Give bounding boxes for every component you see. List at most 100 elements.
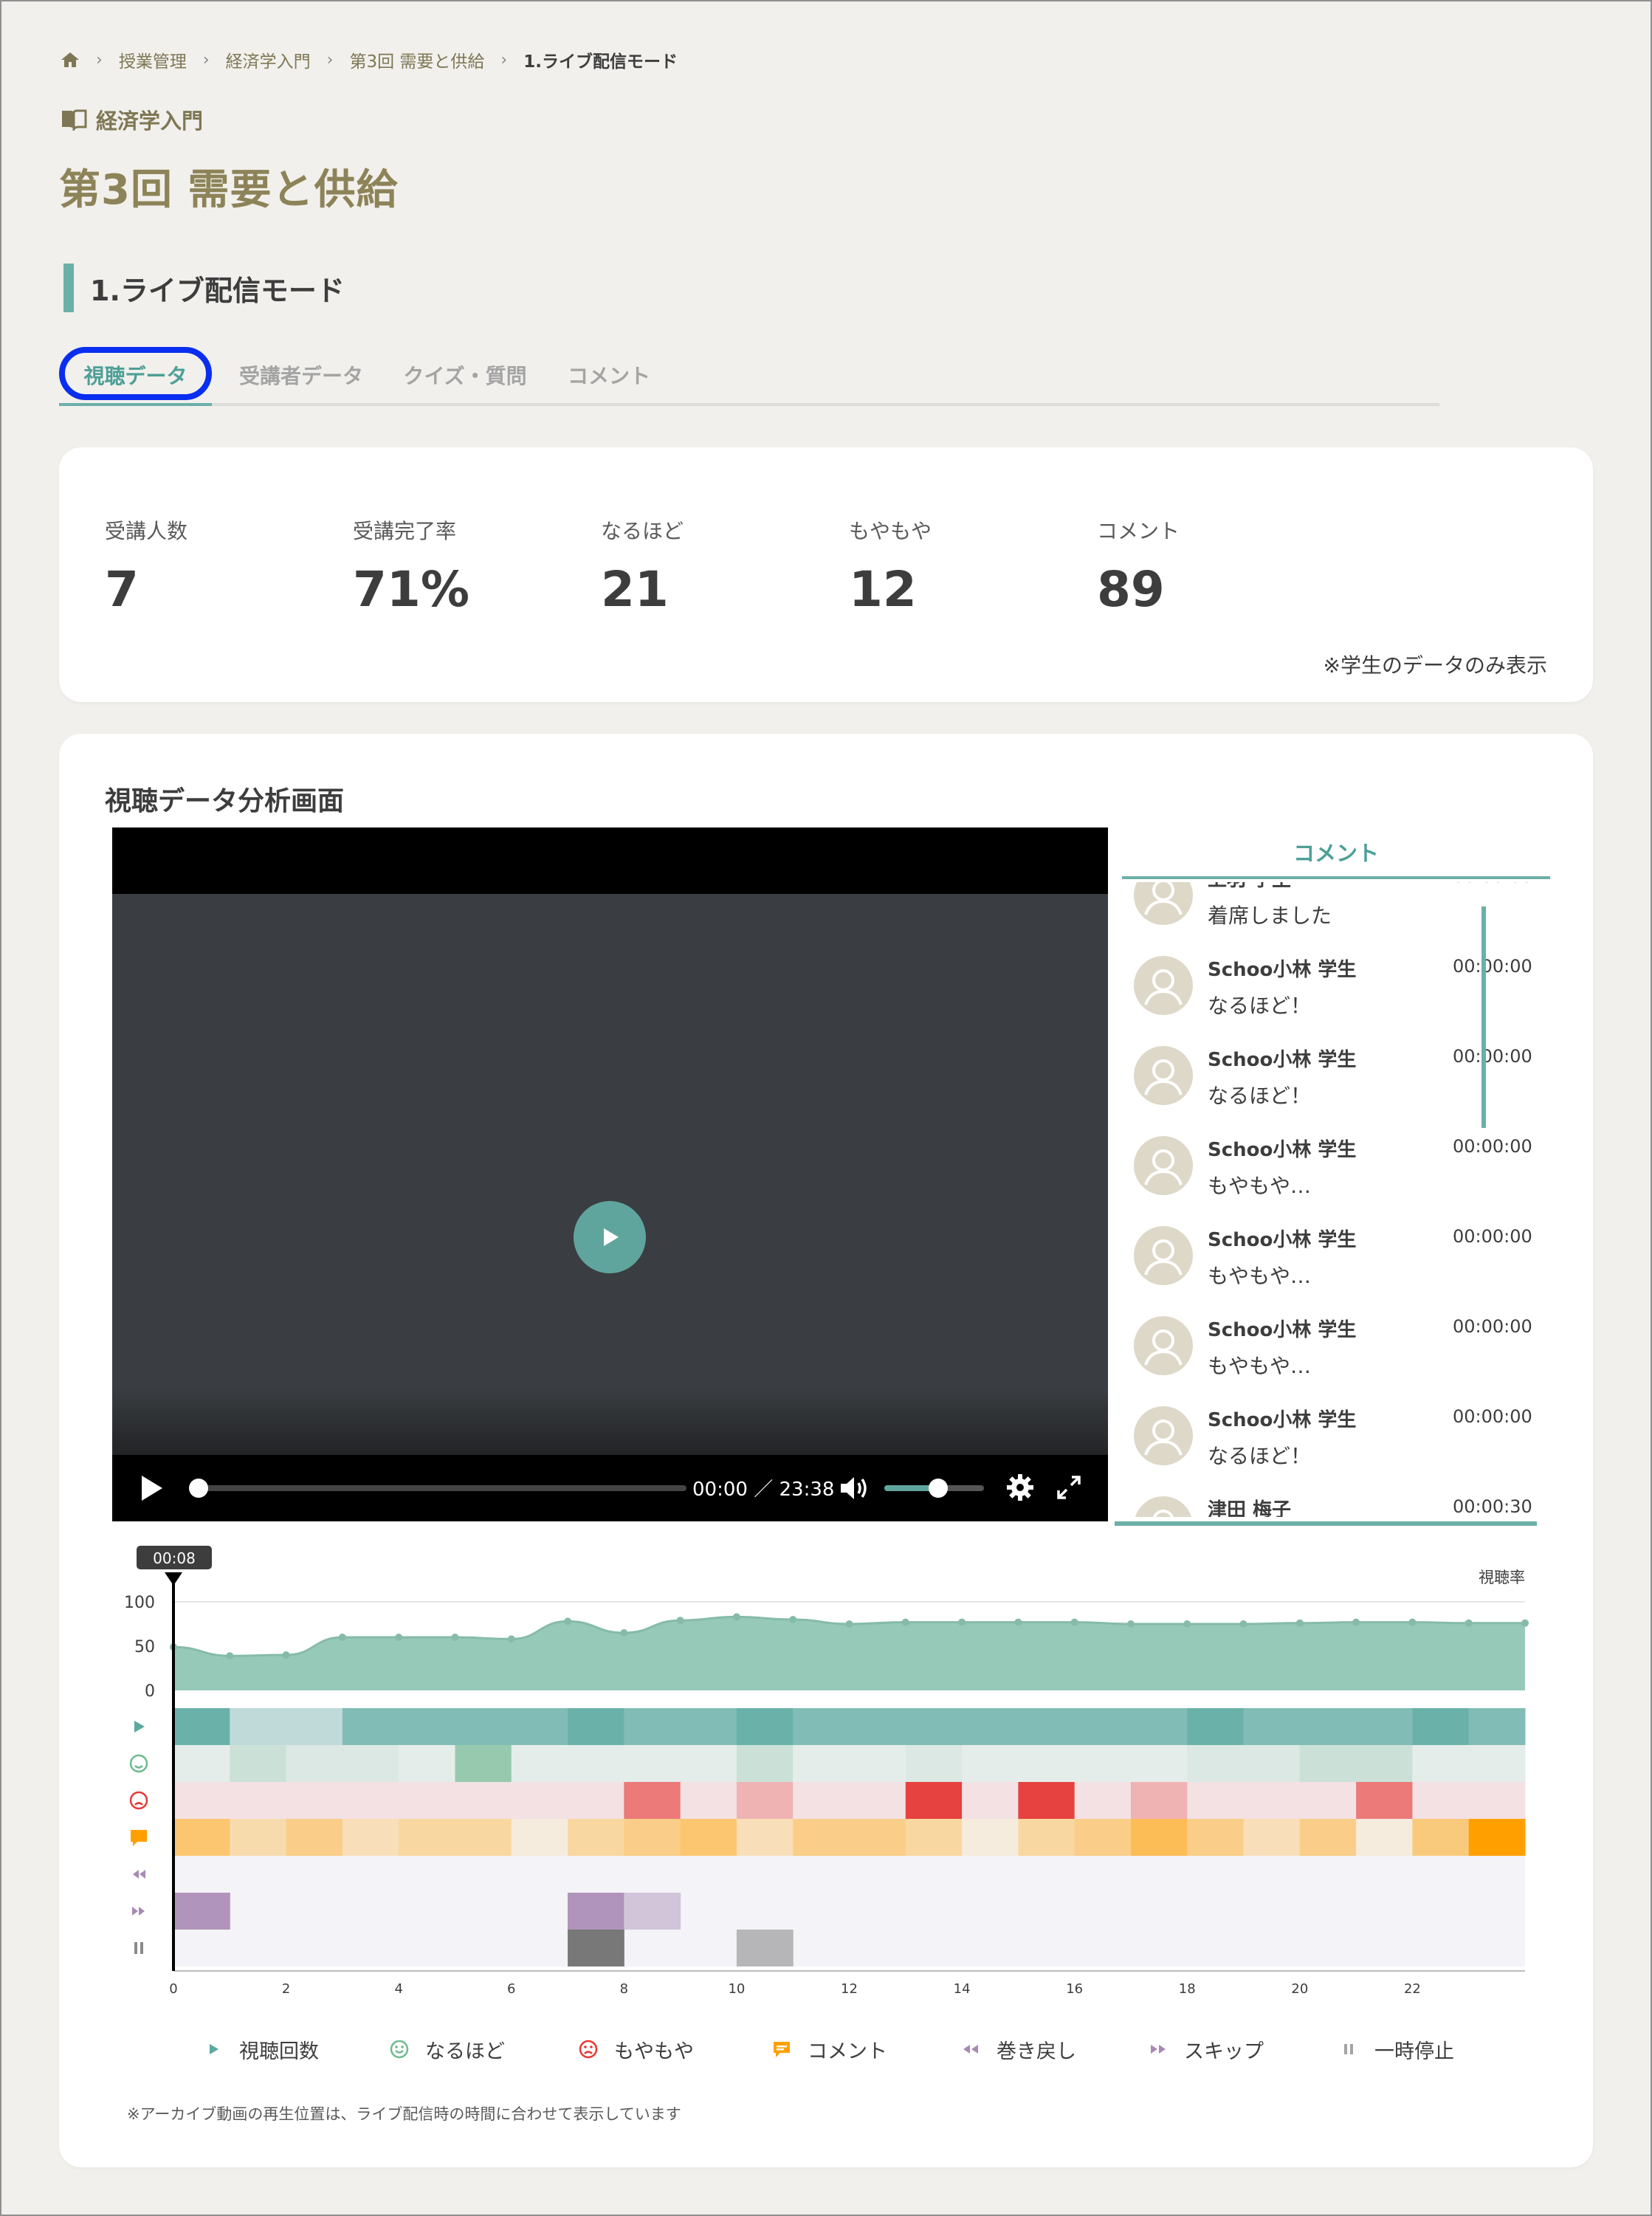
comment-timestamp[interactable]: 00:00:30 xyxy=(1453,1496,1532,1517)
heatmap-cell xyxy=(1299,1708,1357,1745)
comments-scrollbar[interactable] xyxy=(1481,906,1486,1128)
volume-icon[interactable] xyxy=(839,1474,870,1502)
viewing-rate-point xyxy=(507,1635,515,1643)
heatmap-cell xyxy=(849,1819,906,1856)
breadcrumb-item[interactable]: 授業管理 xyxy=(119,47,187,72)
course-label: 経済学入門 xyxy=(61,104,203,135)
video-screen[interactable] xyxy=(112,894,1108,1455)
legend-label: もやもや xyxy=(614,2040,694,2063)
heatmap-cell xyxy=(1018,1708,1075,1745)
y-tick-label: 50 xyxy=(134,1638,155,1656)
tab-comment[interactable]: コメント xyxy=(554,347,664,403)
heatmap-cell xyxy=(1187,1782,1245,1819)
heatmap-cell xyxy=(568,1930,624,1966)
heatmap-cell xyxy=(793,1745,850,1782)
seek-handle[interactable] xyxy=(189,1479,208,1498)
legend-label: スキップ xyxy=(1184,2040,1264,2063)
pause-icon-bar xyxy=(140,1942,143,1954)
comments-panel: コメント 上羽 学生 00:00:00 着席しました Schoo小林 学生 00:00:… xyxy=(1115,827,1550,1526)
heatmap-cell xyxy=(342,1708,399,1745)
stat-completion-rate: 受講完了率 71% xyxy=(353,515,469,618)
x-tick-label: 2 xyxy=(282,1981,290,1997)
legend-item: 巻き戻し xyxy=(958,2033,1076,2065)
avatar-icon xyxy=(1134,1046,1193,1105)
x-tick-label: 16 xyxy=(1066,1981,1083,1997)
heatmap-cell xyxy=(511,1819,568,1856)
x-tick-label: 10 xyxy=(728,1981,745,1997)
comment-timestamp[interactable]: 00:00:00 xyxy=(1453,882,1532,887)
comment-timestamp[interactable]: 00:00:00 xyxy=(1453,1406,1532,1427)
heatmap-cell xyxy=(624,1893,681,1930)
chevron-right-icon: › xyxy=(202,50,210,69)
heatmap-cell xyxy=(286,1708,343,1745)
viewing-rate-point xyxy=(564,1617,572,1625)
heatmap-cell xyxy=(399,1819,455,1856)
avatar-icon xyxy=(1134,956,1193,1015)
breadcrumb-item[interactable]: 経済学入門 xyxy=(226,47,311,72)
heatmap-cell xyxy=(962,1745,1019,1782)
play-icon xyxy=(201,2037,226,2062)
heatmap-cell xyxy=(1074,1819,1132,1856)
tab-quiz-question[interactable]: クイズ・質問 xyxy=(399,347,531,403)
heatmap-cell xyxy=(568,1745,624,1782)
comment-timestamp[interactable]: 00:00:00 xyxy=(1453,1226,1532,1247)
heatmap-cell xyxy=(1130,1708,1188,1745)
heatmap-cell xyxy=(849,1708,906,1745)
volume-slider[interactable] xyxy=(884,1479,984,1498)
video-player[interactable]: 00:00 ／ 23:38 xyxy=(112,827,1108,1521)
comment-timestamp[interactable]: 00:00:00 xyxy=(1453,956,1532,977)
heatmap-cell xyxy=(230,1819,287,1856)
heatmap-cell xyxy=(793,1819,850,1856)
volume-handle[interactable] xyxy=(929,1479,948,1498)
stat-value: 12 xyxy=(849,561,917,618)
heatmap-cell xyxy=(680,1708,737,1745)
seek-bar[interactable] xyxy=(189,1479,686,1498)
heatmap-cell xyxy=(568,1708,624,1745)
comment-item: 津田 梅子 00:00:30 xyxy=(1122,1486,1550,1517)
stats-note: ※学生のデータのみ表示 xyxy=(1323,653,1547,678)
comments-list[interactable]: 上羽 学生 00:00:00 着席しました Schoo小林 学生 00:00:00 なるほ… xyxy=(1122,882,1550,1517)
section-title: 1.ライブ配信モード xyxy=(63,263,345,313)
stat-label: 受講完了率 xyxy=(353,519,457,543)
comment-text: もやもや… xyxy=(1208,1354,1312,1378)
comment-item: Schoo小林 学生 00:00:00 もやもや… xyxy=(1122,1126,1550,1216)
heatmap-row-bg xyxy=(173,1856,1525,1893)
viewing-rate-point xyxy=(338,1634,346,1641)
heatmap-cell xyxy=(905,1782,963,1819)
viewing-rate-point xyxy=(226,1652,234,1660)
time-display: 00:00 ／ 23:38 xyxy=(692,1474,834,1501)
comment-timestamp[interactable]: 00:00:00 xyxy=(1453,1046,1532,1067)
heatmap-cell xyxy=(1412,1819,1470,1856)
heatmap-cell xyxy=(905,1745,963,1782)
home-icon[interactable] xyxy=(61,51,80,69)
frown-icon xyxy=(576,2037,601,2062)
section-accent-bar xyxy=(63,264,74,312)
play-button[interactable] xyxy=(139,1473,165,1503)
legend-item: もやもや xyxy=(576,2033,694,2065)
tab-student-data[interactable]: 受講者データ xyxy=(227,347,375,403)
play-icon xyxy=(142,1476,162,1501)
tab-label: クイズ・質問 xyxy=(403,364,527,388)
comment-timestamp[interactable]: 00:00:00 xyxy=(1453,1136,1532,1157)
breadcrumb-item[interactable]: 第3回 需要と供給 xyxy=(349,47,484,72)
time-separator: ／ xyxy=(754,1479,774,1501)
tab-viewing-data[interactable]: 視聴データ xyxy=(59,347,212,406)
comment-item: Schoo小林 学生 00:00:00 もやもや… xyxy=(1122,1216,1550,1306)
heatmap-cell xyxy=(1412,1745,1470,1782)
analysis-title: 視聴データ分析画面 xyxy=(105,786,345,816)
comment-text: もやもや… xyxy=(1208,1174,1312,1198)
play-overlay-button[interactable] xyxy=(574,1201,646,1273)
skip-icon xyxy=(132,1907,145,1916)
heatmap-cell xyxy=(173,1782,230,1819)
heatmap-cell xyxy=(568,1819,624,1856)
comment-timestamp[interactable]: 00:00:00 xyxy=(1453,1316,1532,1337)
fullscreen-icon[interactable] xyxy=(1054,1473,1084,1502)
heatmap-cell xyxy=(962,1782,1019,1819)
heatmap-cell xyxy=(455,1708,512,1745)
heatmap-cell xyxy=(1356,1782,1413,1819)
heatmap-cell xyxy=(1187,1745,1245,1782)
heatmap-cell xyxy=(1356,1819,1413,1856)
legend-item: 視聴回数 xyxy=(201,2033,319,2065)
heatmap-cell xyxy=(736,1782,794,1819)
gear-icon[interactable] xyxy=(1005,1473,1035,1502)
